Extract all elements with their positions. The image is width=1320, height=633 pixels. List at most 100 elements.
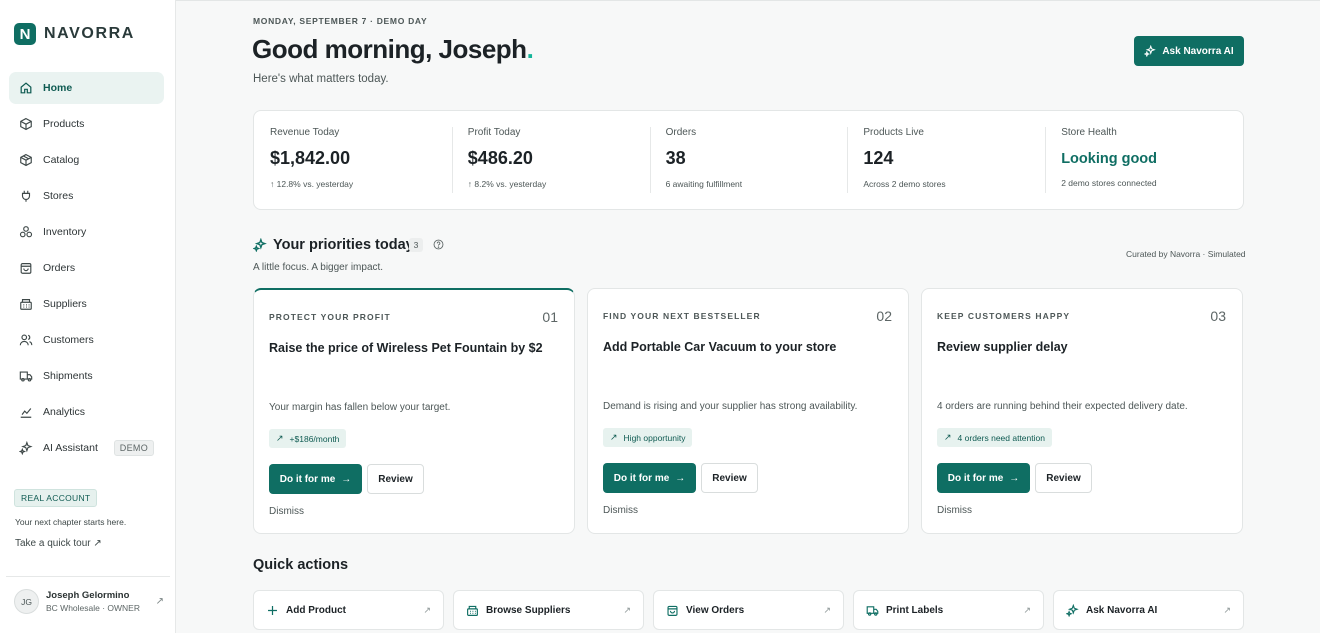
chart-icon [20,408,32,418]
card-tag: ↗ High opportunity [603,428,693,447]
do-it-for-me-button[interactable]: Do it for me → [603,463,696,493]
sidebar-item-ai-assistant[interactable]: AI Assistant DEMO [9,432,164,464]
stat-store-health: Store Health Looking good 2 demo stores … [1045,111,1243,209]
sidebar-item-inventory[interactable]: Inventory [9,216,164,248]
quick-action-print-labels[interactable]: Print Labels ↗ [853,590,1044,630]
external-arrow-icon: ↗ [623,604,631,615]
card-tag-label: 4 orders need attention [957,432,1045,443]
quick-action-view-orders[interactable]: View Orders ↗ [653,590,844,630]
quick-action-label: Browse Suppliers [486,604,571,616]
quick-action-label: View Orders [686,604,745,616]
plug-icon [21,190,31,202]
plus-icon [268,605,277,615]
quick-actions-title: Quick actions [253,557,349,573]
user-info: Joseph Gelormino BC Wholesale · OWNER [46,590,140,613]
stat-orders: Orders 38 6 awaiting fulfillment [649,111,848,209]
stat-label: Orders [665,127,697,138]
demo-badge: DEMO [113,440,154,456]
sidebar-item-label: Orders [43,262,76,274]
stat-sub: 2 demo stores connected [1061,178,1157,188]
user-role: BC Wholesale · OWNER [46,603,140,613]
sidebar-item-label: Products [43,118,85,130]
help-icon[interactable] [433,239,444,250]
stat-products-live: Products Live 124 Across 2 demo stores [847,111,1045,209]
card-title: Add Portable Car Vacuum to your store [603,340,837,354]
sidebar-item-shipments[interactable]: Shipments [9,360,164,392]
greeting-text: Good morning, Joseph [252,34,527,64]
page-subtitle: Here's what matters today. [253,73,389,85]
do-button-label: Do it for me [947,472,1004,484]
external-arrow-icon: ↗ [1023,604,1031,615]
card-kicker: FIND YOUR NEXT BESTSELLER [603,311,761,321]
box-icon [20,117,32,131]
boxes-icon [19,226,33,238]
sidebar-item-label: Inventory [43,226,87,238]
priority-card: PROTECT YOUR PROFIT 01 Raise the price o… [253,288,575,534]
account-badge: REAL ACCOUNT [14,489,98,507]
brand[interactable]: N NAVORRA [14,23,135,45]
bag-icon [20,263,32,274]
sparkle-icon [1144,45,1157,57]
truck-icon [19,371,33,382]
package-icon [20,153,32,167]
quick-action-browse-suppliers[interactable]: Browse Suppliers ↗ [453,590,644,630]
building-icon [467,605,478,616]
dismiss-link[interactable]: Dismiss [269,506,304,517]
arrow-right-icon: → [1009,472,1020,484]
trend-up-icon: ↗ [610,432,618,442]
sidebar-item-label: Home [43,82,73,94]
sidebar-item-stores[interactable]: Stores [9,180,164,212]
card-title: Raise the price of Wireless Pet Fountain… [269,341,543,355]
card-description: Your margin has fallen below your target… [269,402,451,413]
do-button-label: Do it for me [279,473,336,485]
sparkle-icon [253,238,267,252]
review-button[interactable]: Review [1035,463,1092,493]
card-number: 01 [542,309,558,325]
priorities-subtitle: A little focus. A bigger impact. [253,262,384,273]
brand-logo: N [14,23,36,45]
ask-navorra-ai-button[interactable]: Ask Navorra AI [1134,36,1244,66]
dismiss-link[interactable]: Dismiss [603,505,638,516]
stat-value: 38 [665,148,686,168]
sidebar-item-analytics[interactable]: Analytics [9,396,164,428]
arrow-right-icon: → [341,473,352,485]
external-arrow-icon: ↗ [423,604,431,615]
page-title: Good morning, Joseph. [252,34,534,65]
sidebar-item-suppliers[interactable]: Suppliers [9,288,164,320]
card-description: 4 orders are running behind their expect… [937,401,1188,412]
quick-actions-row: Add Product ↗ Browse Suppliers ↗ View Or… [253,590,1244,630]
user-profile[interactable]: JG Joseph Gelormino BC Wholesale · OWNER… [14,589,164,614]
dismiss-link[interactable]: Dismiss [937,505,972,516]
avatar: JG [14,589,39,614]
account-text: Your next chapter starts here. [15,517,127,527]
do-it-for-me-button[interactable]: Do it for me → [269,464,362,494]
stats-panel: Revenue Today $1,842.00 ↑ 12.8% vs. yest… [253,110,1244,210]
do-it-for-me-button[interactable]: Do it for me → [937,463,1030,493]
review-button[interactable]: Review [367,464,424,494]
sparkle-icon [19,441,33,455]
review-button[interactable]: Review [701,463,758,493]
users-icon [19,334,33,346]
card-tag: ↗ 4 orders need attention [937,428,1052,447]
priority-card: FIND YOUR NEXT BESTSELLER 02 Add Portabl… [587,288,909,534]
stat-label: Products Live [863,127,924,138]
stat-label: Profit Today [467,127,521,138]
sidebar-item-orders[interactable]: Orders [9,252,164,284]
sidebar-item-catalog[interactable]: Catalog [9,144,164,176]
card-number: 02 [876,308,892,324]
sidebar-item-home[interactable]: Home [9,72,164,104]
greeting-dot: . [526,34,534,64]
sidebar-item-products[interactable]: Products [9,108,164,140]
quick-action-add-product[interactable]: Add Product ↗ [253,590,444,630]
quick-tour-link[interactable]: Take a quick tour ↗ [15,538,102,549]
card-description: Demand is rising and your supplier has s… [603,401,858,412]
stat-sub: ↑ 8.2% vs. yesterday [467,179,547,189]
stat-revenue: Revenue Today $1,842.00 ↑ 12.8% vs. yest… [254,111,452,209]
sidebar-item-label: Analytics [43,406,86,418]
bag-icon [667,605,678,616]
sidebar-item-customers[interactable]: Customers [9,324,164,356]
quick-action-ask-navorra-ai[interactable]: Ask Navorra AI ↗ [1053,590,1244,630]
card-kicker: PROTECT YOUR PROFIT [269,312,391,322]
truck-icon [866,605,879,616]
card-tag: ↗ +$186/month [269,429,347,448]
